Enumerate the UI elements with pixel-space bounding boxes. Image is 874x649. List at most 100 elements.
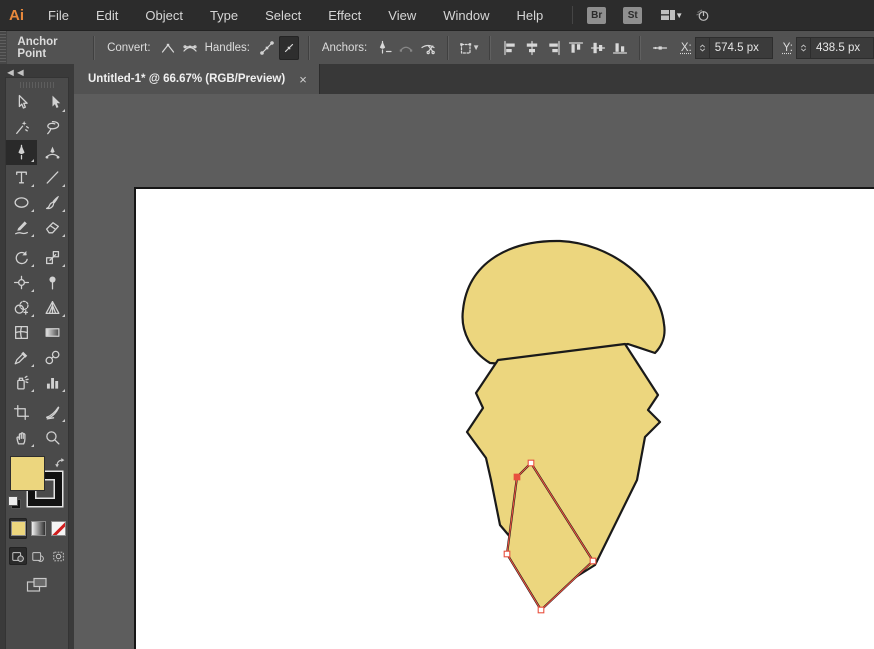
dome-shape[interactable] [463,241,665,364]
perspective-grid-tool[interactable] [37,295,68,320]
align-vertical-bottom-button[interactable] [610,36,630,60]
document-tab-bar: Untitled-1* @ 66.67% (RGB/Preview) × [74,64,874,94]
convert-to-smooth-button[interactable] [180,36,200,60]
y-position-input[interactable] [810,37,874,59]
menu-window[interactable]: Window [443,8,489,23]
align-middle-icon [590,40,606,56]
anchor-point[interactable] [538,607,544,613]
line-segment-tool[interactable] [37,165,68,190]
slice-tool[interactable] [37,400,68,425]
align-vertical-top-button[interactable] [566,36,586,60]
y-stepper[interactable] [796,37,810,59]
tools-panel [5,77,69,649]
color-button[interactable] [9,518,27,539]
workspace-switcher-button[interactable]: ▼ [659,7,683,23]
x-stepper[interactable] [695,37,709,59]
bridge-button[interactable]: Br [587,7,606,24]
pen-minus-icon [376,40,392,56]
gradient-button[interactable] [29,518,47,539]
convert-to-corner-button[interactable] [158,36,178,60]
none-button[interactable] [50,518,68,539]
panel-grip[interactable] [20,82,54,88]
drawing-mode-buttons [9,547,68,565]
blend-tool[interactable] [37,345,68,370]
puppet-warp-tool[interactable] [37,270,68,295]
connect-anchors-button[interactable] [396,36,416,60]
control-bar-title: Anchor Point [17,36,75,60]
menu-help[interactable]: Help [516,8,543,23]
pen-tool[interactable] [6,140,37,165]
symbol-sprayer-tool[interactable] [6,370,37,395]
canvas-area[interactable] [74,94,874,649]
anchor-point[interactable] [590,558,596,564]
control-bar-grip[interactable] [0,31,7,64]
x-position-input[interactable] [709,37,773,59]
eyedropper-tool[interactable] [6,345,37,370]
scissors-path-icon [420,40,436,56]
direct-selection-tool[interactable] [37,90,68,115]
rotate-tool[interactable] [6,245,37,270]
x-label[interactable]: X: [681,42,692,54]
transform-bounding-box-button[interactable]: ▼ [458,36,480,60]
close-tab-icon[interactable]: × [299,73,307,86]
align-left-icon [502,40,518,56]
remove-anchor-button[interactable] [374,36,394,60]
column-graph-tool[interactable] [37,370,68,395]
screen-mode-control[interactable] [6,577,68,594]
connect-path-icon [398,40,414,56]
align-vertical-middle-button[interactable] [588,36,608,60]
paintbrush-tool[interactable] [37,190,68,215]
gradient-swatch-icon [31,521,46,536]
menu-view[interactable]: View [388,8,416,23]
ellipse-tool[interactable] [6,190,37,215]
align-horizontal-left-button[interactable] [500,36,520,60]
magic-wand-tool[interactable] [6,115,37,140]
menu-select[interactable]: Select [265,8,301,23]
gradient-tool[interactable] [37,320,68,345]
menu-file[interactable]: File [48,8,69,23]
mesh-tool[interactable] [6,320,37,345]
align-horizontal-center-button[interactable] [522,36,542,60]
selection-tool[interactable] [6,90,37,115]
curvature-tool[interactable] [37,140,68,165]
hide-handles-button[interactable] [279,36,299,60]
draw-normal-button[interactable] [9,547,27,565]
menu-effect[interactable]: Effect [328,8,361,23]
anchor-point[interactable] [528,460,534,466]
y-label[interactable]: Y: [783,42,793,54]
default-colors-icon[interactable] [8,496,21,509]
eraser-tool[interactable] [37,215,68,240]
scale-tool[interactable] [37,245,68,270]
stock-button[interactable]: St [623,7,642,24]
lasso-tool[interactable] [37,115,68,140]
gpu-performance-button[interactable] [693,7,711,23]
handle-display-button[interactable] [650,36,670,60]
artwork-svg [74,94,874,649]
swap-fill-stroke-icon[interactable] [53,456,66,474]
cut-path-button[interactable] [418,36,438,60]
tool-grid [6,90,68,450]
draw-behind-button[interactable] [29,547,47,565]
anchors-label: Anchors: [322,42,367,54]
shaper-tool[interactable] [6,215,37,240]
type-tool[interactable] [6,165,37,190]
document-tab[interactable]: Untitled-1* @ 66.67% (RGB/Preview) × [74,64,320,94]
width-tool[interactable] [6,270,37,295]
menu-object[interactable]: Object [145,8,183,23]
align-horizontal-right-button[interactable] [544,36,564,60]
show-handles-button[interactable] [257,36,277,60]
anchor-handle-icon [652,40,668,56]
change-screen-mode-icon [26,577,48,594]
artboard-tool[interactable] [6,400,37,425]
divider [308,36,310,60]
draw-inside-button[interactable] [50,547,68,565]
menu-type[interactable]: Type [210,8,238,23]
zoom-tool[interactable] [37,425,68,450]
menu-edit[interactable]: Edit [96,8,118,23]
anchor-point-selected[interactable] [514,474,520,480]
fill-swatch[interactable] [10,456,45,491]
app-logo: Ai [9,7,24,24]
anchor-point[interactable] [504,551,510,557]
hand-tool[interactable] [6,425,37,450]
shape-builder-tool[interactable] [6,295,37,320]
